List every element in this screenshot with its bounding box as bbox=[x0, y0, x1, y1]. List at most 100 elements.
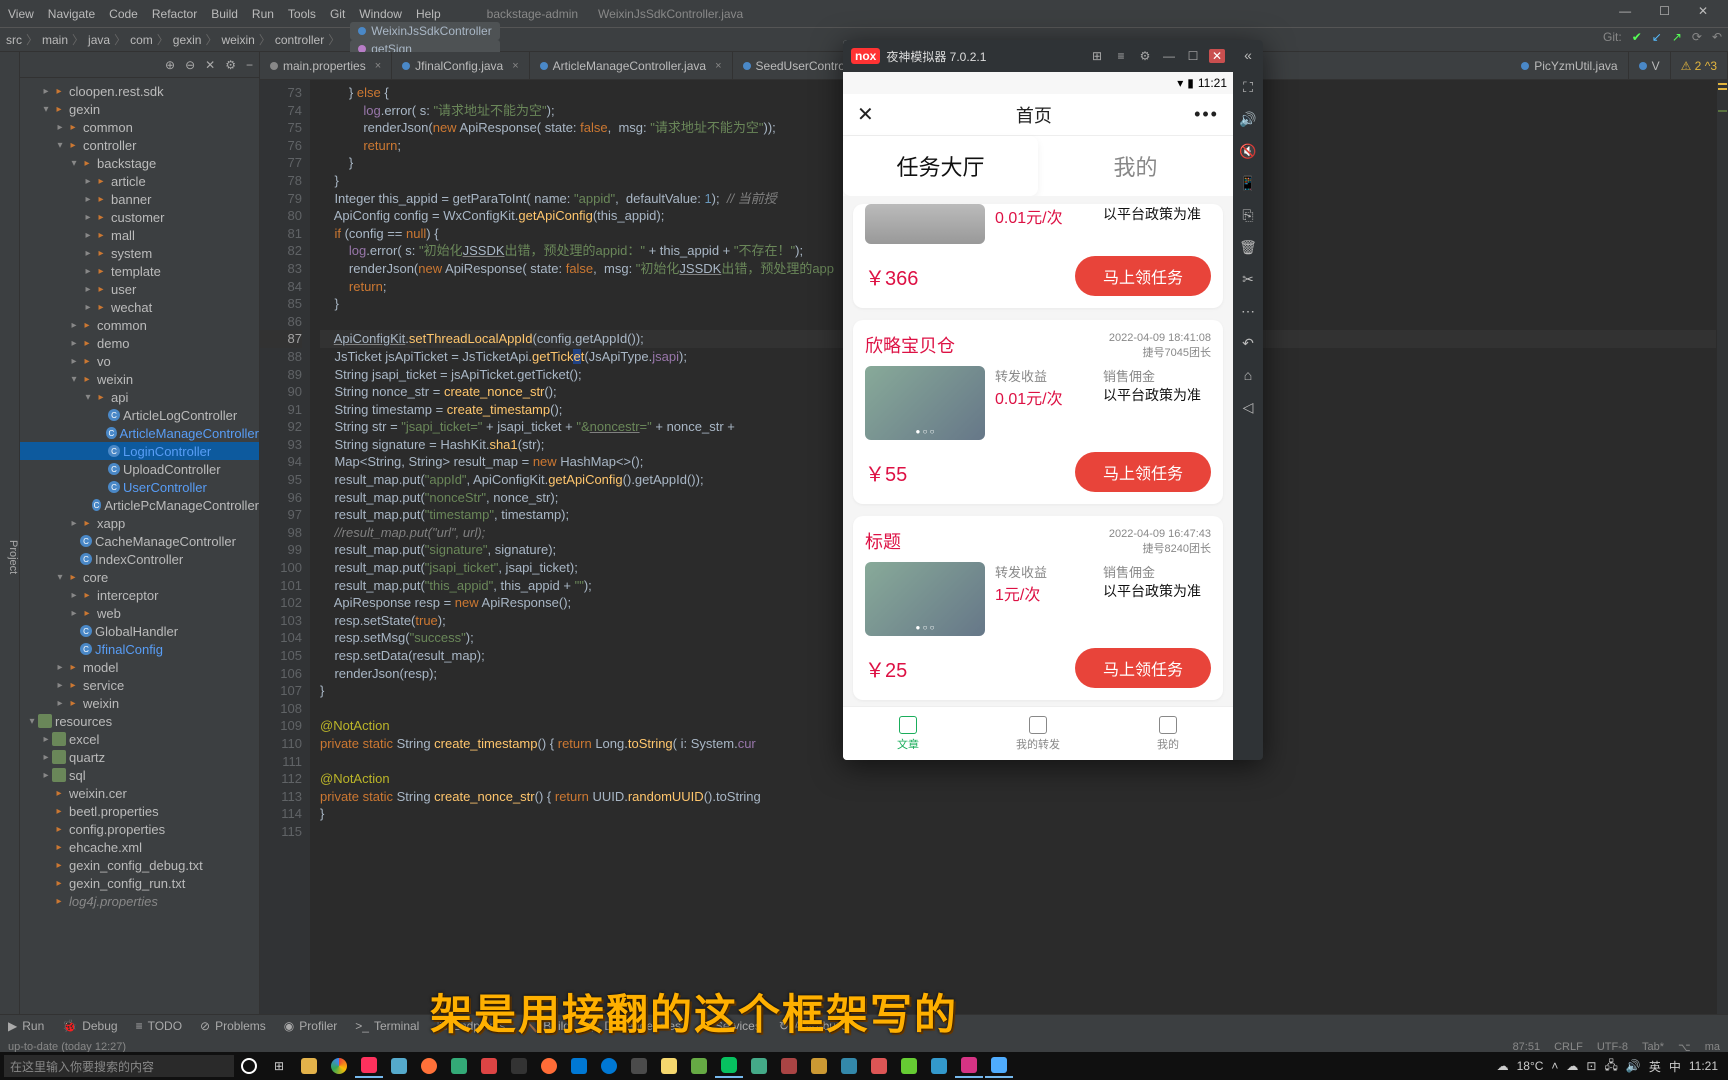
sublime-icon[interactable] bbox=[625, 1054, 653, 1078]
toolwin-todo[interactable]: ≡TODO bbox=[136, 1019, 182, 1033]
editor-tab-main.properties[interactable]: main.properties× bbox=[260, 52, 392, 79]
task-feed[interactable]: 0.01元/次以平台政策为准 ￥366 马上领任务 欣略宝贝仓 2022-04-… bbox=[843, 196, 1233, 706]
tree-node-quartz[interactable]: ▸quartz bbox=[20, 748, 259, 766]
toolwin-profiler[interactable]: ◉Profiler bbox=[284, 1019, 338, 1033]
emu-side-icon-2[interactable]: 🔇 bbox=[1239, 142, 1257, 160]
task-card-1[interactable]: 欣略宝贝仓 2022-04-09 18:41:08捷号7045团长 ● ○ ○ … bbox=[853, 320, 1223, 504]
git-update-icon[interactable]: ↙ bbox=[1652, 30, 1662, 44]
sidebar-tool-3[interactable]: ⚙ bbox=[225, 58, 236, 72]
emu-menu-icon[interactable]: ≡ bbox=[1113, 49, 1129, 63]
project-tree[interactable]: ▸▸cloopen.rest.sdk▾▸gexin▸▸common▾▸contr… bbox=[20, 78, 259, 914]
volume-icon[interactable]: 🔊 bbox=[1626, 1059, 1641, 1073]
intellij-icon[interactable] bbox=[355, 1054, 383, 1078]
claim-task-button[interactable]: 马上领任务 bbox=[1075, 256, 1211, 296]
app-icon-9[interactable] bbox=[865, 1054, 893, 1078]
crumb-gexin[interactable]: gexin bbox=[173, 33, 202, 47]
wechat-icon[interactable] bbox=[715, 1054, 743, 1078]
tree-node-service[interactable]: ▸▸service bbox=[20, 676, 259, 694]
tree-node-excel[interactable]: ▸excel bbox=[20, 730, 259, 748]
tree-node-LoginController[interactable]: LoginController bbox=[20, 442, 259, 460]
minimize-icon[interactable]: — bbox=[1619, 4, 1631, 18]
tray-1-icon[interactable]: ⊡ bbox=[1586, 1059, 1596, 1073]
close-tab-icon[interactable]: × bbox=[375, 60, 381, 72]
app-icon-8[interactable] bbox=[835, 1054, 863, 1078]
emu-side-icon-0[interactable]: ⛶ bbox=[1239, 78, 1257, 96]
tree-node-sql[interactable]: ▸sql bbox=[20, 766, 259, 784]
app-icon-3[interactable] bbox=[505, 1054, 533, 1078]
notepad-icon[interactable] bbox=[385, 1054, 413, 1078]
tree-node-gexin_config_run.txt[interactable]: ▸gexin_config_run.txt bbox=[20, 874, 259, 892]
tree-node-wechat[interactable]: ▸▸wechat bbox=[20, 298, 259, 316]
tree-node-backstage[interactable]: ▾▸backstage bbox=[20, 154, 259, 172]
sidebar-tool-1[interactable]: ⊖ bbox=[185, 58, 195, 72]
tree-node-UploadController[interactable]: UploadController bbox=[20, 460, 259, 478]
tree-node-common[interactable]: ▸▸common bbox=[20, 118, 259, 136]
emu-side-icon-4[interactable]: ⎘ bbox=[1239, 206, 1257, 224]
emu-minimize-icon[interactable]: — bbox=[1161, 49, 1177, 63]
crumb-controller[interactable]: controller bbox=[275, 33, 324, 47]
emu-side-icon-10[interactable]: ◁ bbox=[1239, 398, 1257, 416]
tree-node-system[interactable]: ▸▸system bbox=[20, 244, 259, 262]
app-icon-12[interactable] bbox=[955, 1054, 983, 1078]
bnav-articles[interactable]: 文章 bbox=[843, 707, 973, 760]
editor-tab-V[interactable]: V bbox=[1629, 52, 1671, 79]
app-icon-5[interactable] bbox=[745, 1054, 773, 1078]
tree-node-core[interactable]: ▾▸core bbox=[20, 568, 259, 586]
emu-side-icon-9[interactable]: ⌂ bbox=[1239, 366, 1257, 384]
network-icon[interactable]: 🖧 bbox=[1604, 1056, 1617, 1077]
tree-node-JfinalConfig[interactable]: JfinalConfig bbox=[20, 640, 259, 658]
menu-git[interactable]: Git bbox=[330, 7, 345, 21]
tray-clock[interactable]: 11:21 bbox=[1689, 1059, 1718, 1073]
emu-collapse-icon[interactable]: « bbox=[1239, 46, 1257, 64]
menu-navigate[interactable]: Navigate bbox=[48, 7, 95, 21]
onedrive-icon[interactable]: ☁ bbox=[1566, 1059, 1578, 1073]
toolwin-problems[interactable]: ⊘Problems bbox=[200, 1019, 266, 1033]
tree-node-customer[interactable]: ▸▸customer bbox=[20, 208, 259, 226]
toolwin-debug[interactable]: 🐞Debug bbox=[62, 1019, 117, 1033]
firefox-icon[interactable] bbox=[415, 1054, 443, 1078]
tree-node-controller[interactable]: ▾▸controller bbox=[20, 136, 259, 154]
emu-side-icon-1[interactable]: 🔊 bbox=[1239, 110, 1257, 128]
tree-node-weixin[interactable]: ▾▸weixin bbox=[20, 370, 259, 388]
tree-node-api[interactable]: ▾▸api bbox=[20, 388, 259, 406]
menu-window[interactable]: Window bbox=[359, 7, 402, 21]
toolwin-terminal[interactable]: >_Terminal bbox=[355, 1019, 419, 1033]
postman-icon[interactable] bbox=[535, 1054, 563, 1078]
explorer-icon[interactable] bbox=[295, 1054, 323, 1078]
taskbar-search[interactable]: 在这里输入你要搜索的内容 bbox=[4, 1055, 234, 1077]
app-icon-10[interactable] bbox=[895, 1054, 923, 1078]
tree-node-weixin[interactable]: ▸▸weixin bbox=[20, 694, 259, 712]
emu-side-icon-8[interactable]: ↶ bbox=[1239, 334, 1257, 352]
menu-view[interactable]: View bbox=[8, 7, 34, 21]
vscode-icon[interactable] bbox=[565, 1054, 593, 1078]
crumb-src[interactable]: src bbox=[6, 33, 22, 47]
emu-multi-icon[interactable]: ⊞ bbox=[1089, 49, 1105, 63]
menu-refactor[interactable]: Refactor bbox=[152, 7, 197, 21]
tree-node-gexin_config_debug.txt[interactable]: ▸gexin_config_debug.txt bbox=[20, 856, 259, 874]
tree-node-IndexController[interactable]: IndexController bbox=[20, 550, 259, 568]
app-icon-1[interactable] bbox=[445, 1054, 473, 1078]
emu-side-icon-7[interactable]: ⋯ bbox=[1239, 302, 1257, 320]
tree-node-common[interactable]: ▸▸common bbox=[20, 316, 259, 334]
menu-build[interactable]: Build bbox=[211, 7, 238, 21]
tree-node-web[interactable]: ▸▸web bbox=[20, 604, 259, 622]
emu-side-icon-6[interactable]: ✂ bbox=[1239, 270, 1257, 288]
tree-node-ehcache.xml[interactable]: ▸ehcache.xml bbox=[20, 838, 259, 856]
tab-task-hall[interactable]: 任务大厅 bbox=[843, 136, 1038, 196]
tray-chevron-icon[interactable]: ˄ bbox=[1551, 1059, 1558, 1073]
git-push-icon[interactable]: ↗ bbox=[1672, 30, 1682, 44]
app-icon-2[interactable] bbox=[475, 1054, 503, 1078]
sidebar-tool-2[interactable]: ✕ bbox=[205, 58, 215, 72]
app-icon-4[interactable] bbox=[685, 1054, 713, 1078]
sidebar-tool-0[interactable]: ⊕ bbox=[165, 58, 175, 72]
task-card-0[interactable]: 0.01元/次以平台政策为准 ￥366 马上领任务 bbox=[853, 204, 1223, 308]
tree-node-interceptor[interactable]: ▸▸interceptor bbox=[20, 586, 259, 604]
tree-node-mall[interactable]: ▸▸mall bbox=[20, 226, 259, 244]
tree-node-ArticlePcManageController[interactable]: ArticlePcManageController bbox=[20, 496, 259, 514]
git-clock-icon[interactable]: ⟳ bbox=[1692, 30, 1702, 44]
tree-node-banner[interactable]: ▸▸banner bbox=[20, 190, 259, 208]
claim-task-button[interactable]: 马上领任务 bbox=[1075, 452, 1211, 492]
bnav-forward[interactable]: 我的转发 bbox=[973, 707, 1103, 760]
tree-node-CacheManageController[interactable]: CacheManageController bbox=[20, 532, 259, 550]
tree-node-article[interactable]: ▸▸article bbox=[20, 172, 259, 190]
